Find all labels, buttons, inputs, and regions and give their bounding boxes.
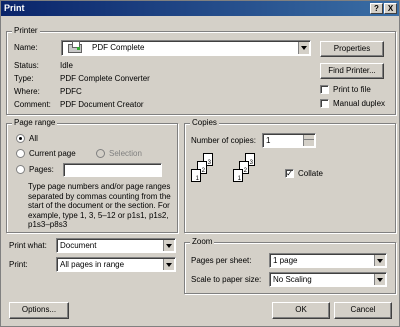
chevron-down-icon[interactable] — [374, 274, 385, 285]
collate-page: 1 — [191, 169, 201, 182]
selection-label[interactable]: Selection — [109, 149, 142, 159]
chevron-down-icon[interactable] — [374, 255, 385, 266]
comment-label: Comment: — [14, 100, 51, 109]
close-button[interactable]: X — [384, 3, 397, 14]
title-bar: Print ? X — [1, 1, 399, 16]
pages-input[interactable] — [63, 163, 162, 177]
pages-per-sheet-value: 1 page — [273, 256, 298, 265]
status-label: Status: — [14, 61, 39, 70]
cancel-button[interactable]: Cancel — [334, 302, 392, 319]
pages-per-sheet-label: Pages per sheet: — [191, 256, 252, 265]
print-dialog: Print ? X Printer Name: PDF Complete Sta… — [0, 0, 400, 327]
print-label: Print: — [9, 260, 28, 269]
current-page-label[interactable]: Current page — [29, 149, 76, 159]
page-range-legend: Page range — [12, 118, 58, 128]
where-label: Where: — [14, 87, 40, 96]
spinner-down-icon[interactable] — [303, 139, 314, 146]
printer-name-value: PDF Complete — [92, 43, 145, 52]
page-range-help: Type page numbers and/or page ranges sep… — [28, 182, 171, 229]
print-value: All pages in range — [60, 260, 125, 269]
properties-button[interactable]: Properties — [320, 41, 384, 57]
pages-per-sheet-select[interactable]: 1 page — [269, 253, 387, 268]
chevron-down-icon[interactable] — [163, 259, 174, 270]
zoom-legend: Zoom — [190, 237, 215, 247]
print-to-file-checkbox[interactable] — [320, 85, 329, 94]
where-value: PDFC — [60, 87, 82, 96]
print-to-file-label[interactable]: Print to file — [333, 85, 371, 95]
printer-name-select[interactable]: PDF Complete — [61, 40, 311, 56]
print-what-label: Print what: — [9, 241, 47, 250]
status-value: Idle — [60, 61, 73, 70]
scale-to-paper-select[interactable]: No Scaling — [269, 272, 387, 287]
chevron-down-icon[interactable] — [298, 42, 309, 54]
collate-checkbox[interactable]: ✓ — [285, 169, 294, 178]
number-of-copies-label: Number of copies: — [191, 136, 256, 145]
options-button[interactable]: Options... — [9, 302, 69, 319]
printer-legend: Printer — [12, 26, 40, 36]
chevron-down-icon[interactable] — [163, 240, 174, 251]
collate-label[interactable]: Collate — [298, 169, 323, 179]
printer-icon — [68, 41, 82, 53]
manual-duplex-label[interactable]: Manual duplex — [333, 99, 385, 109]
selection-radio[interactable] — [96, 149, 105, 158]
dialog-title: Print — [4, 3, 25, 13]
pages-radio[interactable] — [16, 165, 25, 174]
current-page-radio[interactable] — [16, 149, 25, 158]
print-what-select[interactable]: Document — [56, 238, 176, 253]
collate-page: 1 — [233, 169, 243, 182]
scale-to-paper-label: Scale to paper size: — [191, 275, 262, 284]
find-printer-button[interactable]: Find Printer... — [320, 63, 384, 79]
help-button[interactable]: ? — [370, 3, 383, 14]
type-value: PDF Complete Converter — [60, 74, 150, 83]
manual-duplex-checkbox[interactable] — [320, 99, 329, 108]
name-label: Name: — [14, 43, 38, 52]
copies-legend: Copies — [190, 118, 219, 128]
collate-pages-icon: 3 2 1 3 2 1 — [191, 153, 271, 198]
copies-spinner[interactable]: 1 — [262, 133, 316, 148]
ok-button[interactable]: OK — [272, 302, 330, 319]
print-select[interactable]: All pages in range — [56, 257, 176, 272]
scale-to-paper-value: No Scaling — [273, 275, 312, 284]
type-label: Type: — [14, 74, 34, 83]
print-what-value: Document — [60, 241, 97, 250]
copies-value: 1 — [266, 136, 271, 145]
pages-label[interactable]: Pages: — [29, 165, 54, 175]
comment-value: PDF Document Creator — [60, 100, 144, 109]
all-label[interactable]: All — [29, 134, 38, 144]
all-radio[interactable] — [16, 134, 25, 143]
